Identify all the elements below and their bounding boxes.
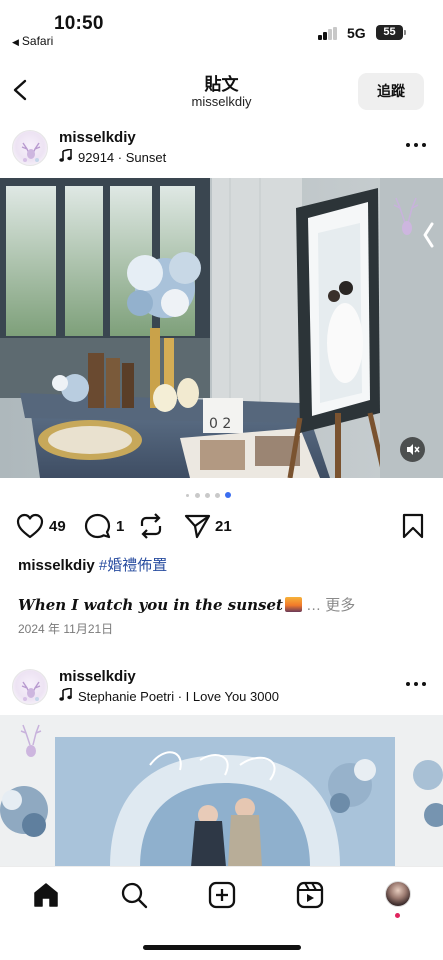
music-note-icon: [59, 149, 72, 162]
music-text: Stephanie Poetri · I Love You 3000: [78, 689, 279, 704]
caption-quote: When I watch you in the sunset: [18, 596, 283, 614]
search-icon[interactable]: [120, 881, 148, 909]
caption-username[interactable]: misselkdiy: [18, 557, 95, 574]
back-to-app[interactable]: ◀ Safari: [12, 34, 53, 48]
more-link[interactable]: … 更多: [306, 597, 355, 614]
sunset-emoji-icon: [284, 597, 302, 612]
post-username[interactable]: misselkdiy: [59, 129, 136, 146]
more-options-icon[interactable]: [406, 680, 428, 688]
follow-button[interactable]: 追蹤: [358, 73, 424, 110]
caption-header: misselkdiy #婚禮佈置: [18, 554, 167, 575]
status-time: 10:50: [54, 13, 104, 34]
post-header-bar: 貼文 misselkdiy 追蹤: [0, 60, 443, 116]
home-icon[interactable]: [32, 881, 60, 909]
post-photo[interactable]: [0, 715, 443, 867]
share-count[interactable]: 21: [215, 518, 232, 535]
avatar[interactable]: [12, 669, 48, 705]
post-username[interactable]: misselkdiy: [59, 668, 136, 685]
network-label: 5G: [347, 25, 366, 41]
like-count[interactable]: 49: [49, 518, 66, 535]
wedding-backdrop-photo: [0, 715, 443, 867]
hashtag-link[interactable]: #婚禮佈置: [99, 557, 167, 574]
post-date: 2024 年 11月21日: [18, 622, 114, 636]
music-note-icon: [59, 688, 72, 701]
post-header: misselkdiy 92914 · Sunset: [0, 127, 443, 177]
repost-icon[interactable]: [138, 513, 164, 539]
reels-icon[interactable]: [296, 881, 324, 909]
carousel-next-button[interactable]: [422, 218, 436, 252]
wedding-decor-photo: 0 2: [0, 178, 443, 478]
caption-text: When I watch you in the sunset … 更多: [18, 594, 355, 615]
share-icon[interactable]: [184, 513, 211, 539]
battery-icon: 55: [376, 25, 406, 40]
mute-button[interactable]: [400, 437, 425, 462]
bookmark-icon[interactable]: [402, 513, 424, 539]
post-actions: 49 1 21: [0, 510, 443, 544]
post-photo[interactable]: 0 2: [0, 178, 443, 478]
heart-icon[interactable]: [16, 513, 44, 539]
signal-icon: [318, 27, 338, 40]
music-label[interactable]: Stephanie Poetri · I Love You 3000: [59, 688, 279, 704]
chevron-right-icon: [423, 222, 434, 248]
svg-text:0 2: 0 2: [209, 416, 231, 432]
avatar[interactable]: [12, 130, 48, 166]
post-header: misselkdiy Stephanie Poetri · I Love You…: [0, 666, 443, 716]
notification-dot: [395, 913, 400, 918]
status-bar: 10:50 ◀ Safari 5G 55: [0, 0, 443, 58]
home-indicator[interactable]: [143, 945, 301, 950]
back-app-label: Safari: [21, 34, 54, 48]
deer-logo-icon: [21, 142, 41, 162]
more-options-icon[interactable]: [406, 141, 428, 149]
carousel-indicator: [186, 492, 246, 500]
music-label[interactable]: 92914 · Sunset: [59, 149, 166, 165]
comment-count[interactable]: 1: [116, 518, 124, 535]
profile-avatar[interactable]: [385, 881, 411, 907]
deer-logo-icon: [21, 681, 41, 701]
speaker-muted-icon: [407, 444, 420, 455]
comment-icon[interactable]: [84, 513, 111, 539]
create-icon[interactable]: [208, 881, 236, 909]
music-text: 92914 · Sunset: [78, 150, 167, 165]
